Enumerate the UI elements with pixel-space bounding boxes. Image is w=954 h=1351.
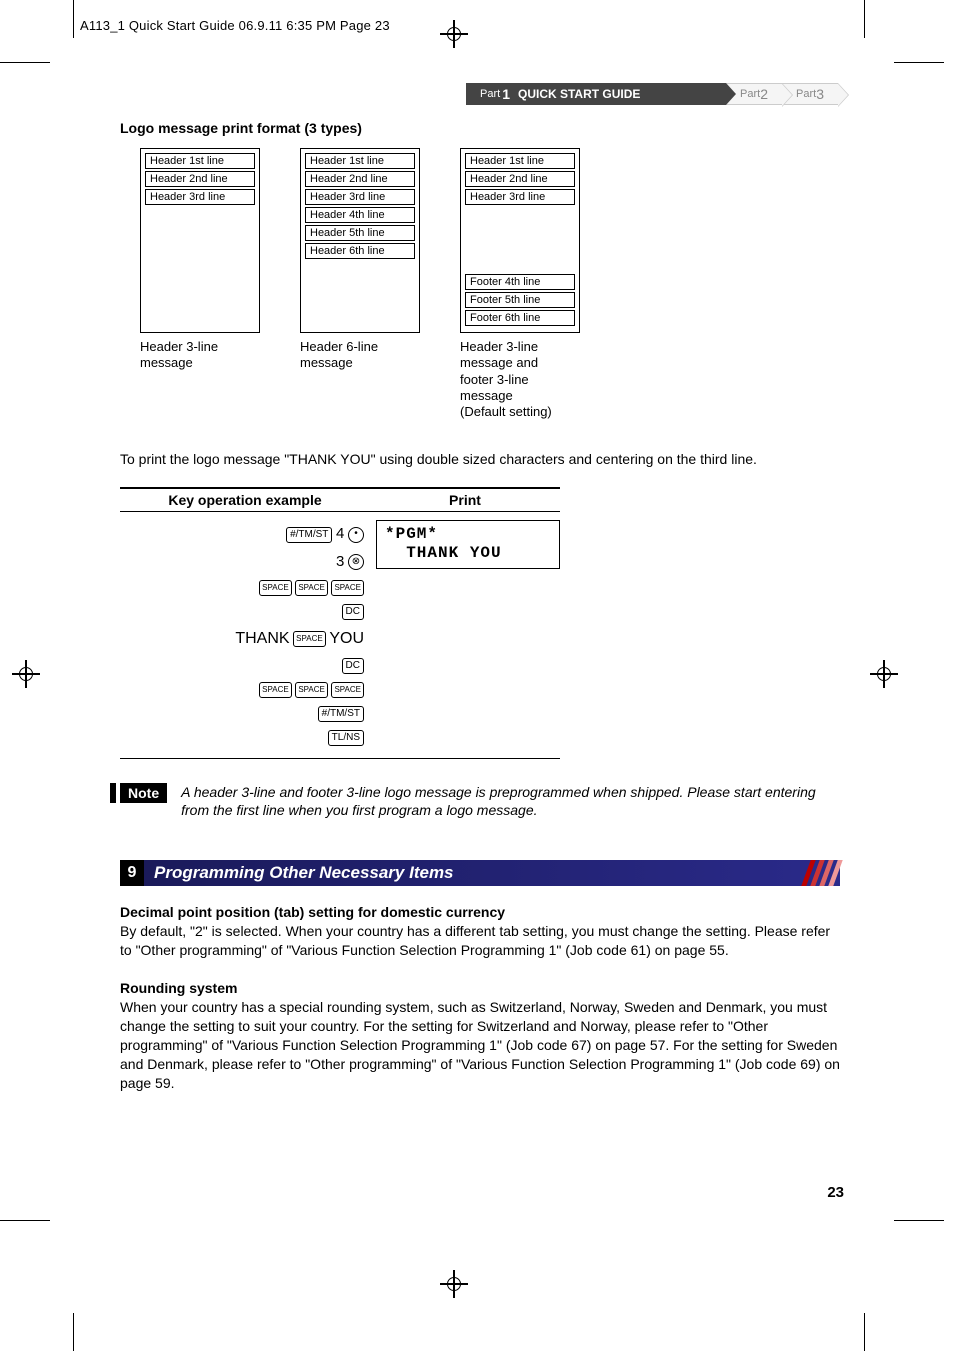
tab-part1-title: QUICK START GUIDE [518,87,640,101]
decimal-heading: Decimal point position (tab) setting for… [120,904,840,920]
receipt-line: Header 3rd line [305,189,415,205]
receipt-line: Footer 6th line [465,310,575,326]
rounding-paragraph: When your country has a special rounding… [120,998,840,1092]
section-9-header: 9 Programming Other Necessary Items [120,860,840,886]
key-multiply: ⊗ [348,554,364,570]
key-tlns: TL/NS [328,730,364,746]
tab-part2-prefix: Part [740,88,760,100]
receipt-line: Header 6th line [305,243,415,259]
receipt-caption-3: Header 3-line message and footer 3-line … [460,339,552,420]
tab-part3-num: 3 [816,86,824,102]
page-number: 23 [827,1184,844,1201]
key-space: SPACE [295,580,328,596]
register-mark-left [12,660,40,688]
key-space: SPACE [293,631,326,647]
decimal-paragraph: By default, "2" is selected. When your c… [120,922,840,960]
key-operation-table: Key operation example Print #/TM/ST 4 • … [120,487,560,758]
section-9: 9 Programming Other Necessary Items Deci… [120,860,840,1092]
print-output: *PGM* THANK YOU [376,520,560,568]
key-dc: DC [342,604,364,620]
tab-part1-prefix: Part [480,88,500,100]
note-label: Note [120,783,167,803]
key-dc: DC [342,658,364,674]
note-text: A header 3-line and footer 3-line logo m… [181,783,840,821]
text-thank: THANK [235,630,289,647]
receipt-line: Header 5th line [305,225,415,241]
receipt-caption-2: Header 6-line message [300,339,378,372]
key-3: 3 [336,553,344,570]
receipt-line: Header 1st line [145,153,255,169]
print-line1: *PGM* [385,525,438,543]
kop-header-right: Print [370,489,560,511]
register-mark-bottom [440,1270,468,1298]
key-tmst: #/TM/ST [318,706,364,722]
receipt-line: Header 3rd line [145,189,255,205]
logo-intro-paragraph: To print the logo message "THANK YOU" us… [120,450,840,469]
receipt-line: Header 1st line [465,153,575,169]
key-space: SPACE [259,682,292,698]
key-space: SPACE [295,682,328,698]
receipt-line: Header 2nd line [305,171,415,187]
receipt-line: Header 2nd line [465,171,575,187]
receipt-line: Header 3rd line [465,189,575,205]
key-space: SPACE [259,580,292,596]
text-you: YOU [329,630,364,647]
note-block: Note A header 3-line and footer 3-line l… [120,783,840,821]
receipt-sample-3: Header 1st line Header 2nd line Header 3… [460,148,580,333]
register-mark-right [870,660,898,688]
running-header: A113_1 Quick Start Guide 06.9.11 6:35 PM… [80,18,390,33]
tab-part1-num: 1 [502,86,510,102]
section-9-number: 9 [120,860,144,886]
section-stripes-icon [780,860,840,886]
key-sequence: #/TM/ST 4 • 3 ⊗ SPACE SPACE SPACE DC [120,520,370,749]
tab-part3-prefix: Part [796,88,816,100]
key-tmst: #/TM/ST [286,527,332,543]
kop-header-left: Key operation example [120,489,370,511]
receipt-diagrams: Header 1st line Header 2nd line Header 3… [140,148,840,420]
receipt-sample-2: Header 1st line Header 2nd line Header 3… [300,148,420,333]
receipt-sample-1: Header 1st line Header 2nd line Header 3… [140,148,260,333]
receipt-line: Header 4th line [305,207,415,223]
tab-part2-num: 2 [760,86,768,102]
receipt-line: Header 2nd line [145,171,255,187]
tab-part1: Part1 QUICK START GUIDE [466,83,726,105]
part-tabs: Part1 QUICK START GUIDE Part2 Part3 [466,83,838,105]
receipt-line: Footer 5th line [465,292,575,308]
logo-format-heading: Logo message print format (3 types) [120,120,840,136]
register-mark-top [440,20,468,48]
receipt-caption-1: Header 3-line message [140,339,218,372]
receipt-line: Header 1st line [305,153,415,169]
rounding-heading: Rounding system [120,980,840,996]
key-decimal: • [348,527,364,543]
key-space: SPACE [331,580,364,596]
receipt-line: Footer 4th line [465,274,575,290]
section-9-title: Programming Other Necessary Items [144,860,840,886]
print-line2: THANK YOU [385,544,502,562]
key-4: 4 [336,525,344,542]
key-space: SPACE [331,682,364,698]
